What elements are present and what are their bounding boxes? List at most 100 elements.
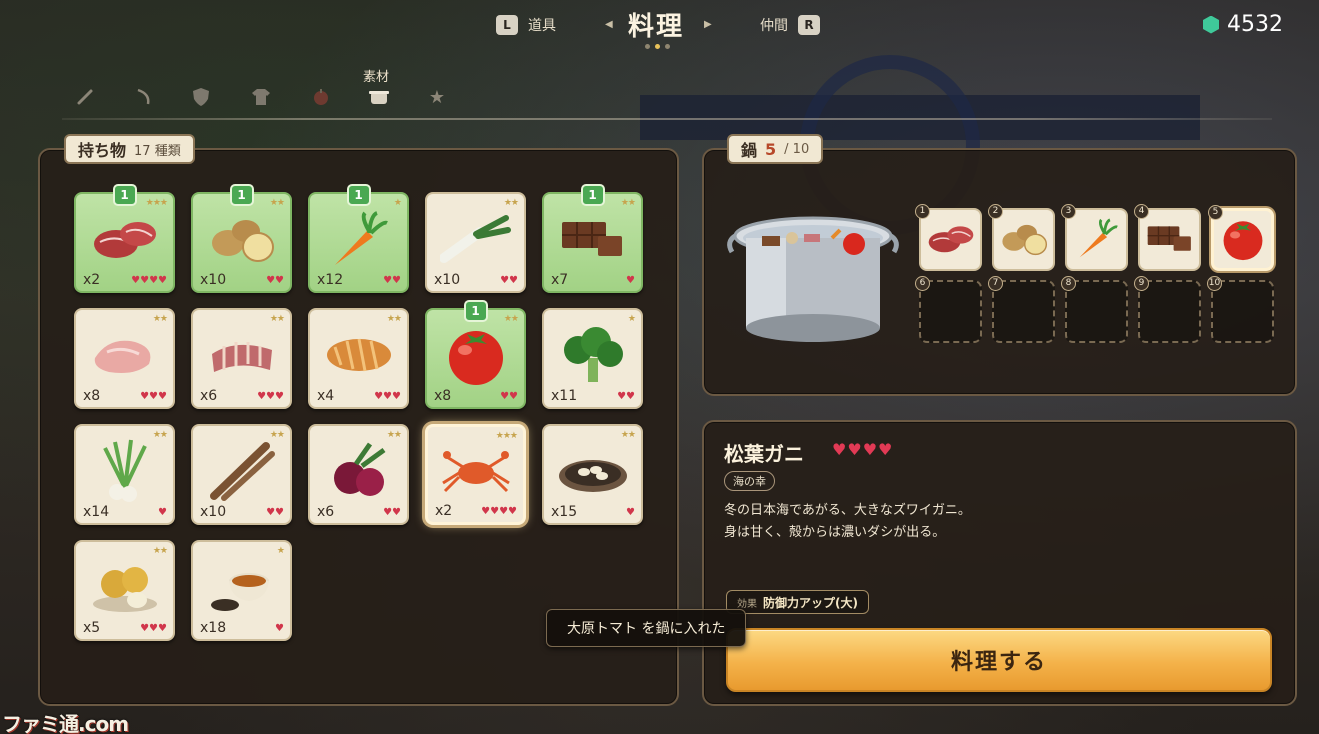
item-count-badge: 1 bbox=[580, 184, 605, 206]
pot-slot-number: 4 bbox=[1134, 204, 1149, 219]
inventory-item-tomato[interactable]: 1 ★★ x8 ♥♥ bbox=[425, 300, 526, 409]
item-effect-value: 防御力アップ(大) bbox=[763, 595, 858, 610]
inventory-item-pork[interactable]: ★★ x8 ♥♥♥ bbox=[74, 308, 175, 409]
tab-cooking[interactable]: 料理 bbox=[628, 6, 684, 43]
item-hearts: ♥♥♥ bbox=[140, 623, 167, 634]
item-rarity-stars: ★★ bbox=[386, 430, 402, 440]
item-hearts: ♥♥♥ bbox=[374, 391, 401, 402]
tab-tools[interactable]: L 道具 bbox=[496, 15, 556, 35]
bow-icon[interactable] bbox=[132, 86, 154, 108]
shield-icon[interactable] bbox=[190, 86, 212, 108]
inventory-item-burdock[interactable]: ★★ x10 ♥♥ bbox=[191, 424, 292, 525]
inventory-item-cutlet[interactable]: ★★ x4 ♥♥♥ bbox=[308, 308, 409, 409]
item-quantity: x6 bbox=[200, 388, 218, 404]
star-icon[interactable]: ★ bbox=[426, 86, 448, 108]
pot-slot-5[interactable]: 5 bbox=[1208, 205, 1274, 271]
item-rarity-stars: ★★★ bbox=[145, 198, 168, 208]
item-rarity-stars: ★★ bbox=[386, 314, 402, 324]
inventory-item-leek[interactable]: ★★ x10 ♥♥ bbox=[425, 192, 526, 293]
tea-icon bbox=[207, 557, 277, 621]
item-rarity-stars: ★★ bbox=[152, 546, 168, 556]
item-quantity: x8 bbox=[434, 388, 452, 404]
garlic-icon bbox=[556, 446, 630, 500]
item-category-badge: 海の幸 bbox=[724, 471, 775, 491]
inventory-item-pear[interactable]: ★★ x5 ♥♥♥ bbox=[74, 540, 175, 641]
inventory-item-broccoli[interactable]: ★ x11 ♥♥ bbox=[542, 308, 643, 409]
item-quantity: x5 bbox=[83, 620, 101, 636]
inventory-item-garlic[interactable]: ★★ x15 ♥ bbox=[542, 424, 643, 525]
inventory-item-beef[interactable]: 1 ★★★ x2 ♥♥♥♥ bbox=[74, 184, 175, 293]
gem-icon bbox=[1203, 15, 1219, 34]
item-quantity: x10 bbox=[200, 504, 227, 520]
item-rarity-stars: ★★ bbox=[620, 198, 636, 208]
famitsu-watermark: ファミ通.com bbox=[2, 712, 129, 734]
burdock-icon bbox=[206, 440, 278, 506]
item-hearts: ♥♥ bbox=[383, 275, 401, 286]
item-hearts: ♥♥ bbox=[617, 391, 635, 402]
currency-value: 4532 bbox=[1227, 12, 1283, 37]
item-hearts: ♥♥♥♥ bbox=[481, 506, 517, 517]
fruit-icon[interactable] bbox=[310, 86, 332, 108]
tab-next-arrow-icon[interactable]: ▶ bbox=[704, 19, 712, 30]
potato-icon bbox=[206, 213, 278, 269]
item-rarity-stars: ★★ bbox=[503, 198, 519, 208]
pot-slot-number: 1 bbox=[915, 204, 930, 219]
item-hearts: ♥ bbox=[158, 507, 167, 518]
shirt-icon[interactable] bbox=[250, 86, 272, 108]
beef-icon bbox=[925, 222, 975, 258]
item-hearts: ♥ bbox=[275, 623, 284, 634]
pot-slot-2[interactable]: 2 bbox=[988, 204, 1055, 271]
carrot-icon bbox=[1075, 216, 1118, 262]
pot-icon[interactable] bbox=[368, 86, 390, 108]
item-hearts: ♥ bbox=[626, 275, 635, 286]
pot-slot-8[interactable]: 8 bbox=[1061, 276, 1128, 343]
l-key-hint: L bbox=[496, 15, 518, 35]
pot-slot-6[interactable]: 6 bbox=[915, 276, 982, 343]
item-count-badge: 1 bbox=[463, 300, 488, 322]
item-quantity: x10 bbox=[200, 272, 227, 288]
pot-slot-number: 9 bbox=[1134, 276, 1149, 291]
inventory-item-carrot[interactable]: 1 ★ x12 ♥♥ bbox=[308, 184, 409, 293]
inventory-item-crab[interactable]: ★★★ x2 ♥♥♥♥ bbox=[425, 424, 526, 525]
inventory-item-chocolate[interactable]: 1 ★★ x7 ♥ bbox=[542, 184, 643, 293]
item-quantity: x6 bbox=[317, 504, 335, 520]
scallion-icon bbox=[95, 438, 155, 508]
item-hearts: ♥♥ bbox=[266, 275, 284, 286]
cook-button[interactable]: 料理する bbox=[726, 628, 1272, 692]
pot-slot-3[interactable]: 3 bbox=[1061, 204, 1128, 271]
pot-slot-4[interactable]: 4 bbox=[1134, 204, 1201, 271]
pot-slot-number: 10 bbox=[1207, 276, 1222, 291]
inventory-item-scallion[interactable]: ★★ x14 ♥ bbox=[74, 424, 175, 525]
item-quantity: x18 bbox=[200, 620, 227, 636]
tab-prev-arrow-icon[interactable]: ◀ bbox=[605, 19, 613, 30]
item-effect-key: 効果 bbox=[737, 598, 757, 610]
pot-slot-7[interactable]: 7 bbox=[988, 276, 1055, 343]
item-hearts: ♥♥♥ bbox=[140, 391, 167, 402]
item-rarity-stars: ★★ bbox=[152, 314, 168, 324]
pot-max-count: / 10 bbox=[784, 141, 810, 157]
pot-slot-1[interactable]: 1 bbox=[915, 204, 982, 271]
item-quantity: x14 bbox=[83, 504, 110, 520]
crab-icon bbox=[437, 443, 515, 503]
pot-slot-number: 6 bbox=[915, 276, 930, 291]
inventory-item-ribs[interactable]: ★★ x6 ♥♥♥ bbox=[191, 308, 292, 409]
inventory-item-beet[interactable]: ★★ x6 ♥♥ bbox=[308, 424, 409, 525]
weapon-icon[interactable] bbox=[74, 86, 96, 108]
item-hearts: ♥♥ bbox=[383, 507, 401, 518]
item-count-badge: 1 bbox=[112, 184, 137, 206]
item-rarity-stars: ★ bbox=[627, 314, 636, 324]
tab-friends[interactable]: 仲間 R bbox=[760, 15, 820, 35]
pot-slot-number: 8 bbox=[1061, 276, 1076, 291]
chocolate-icon bbox=[558, 216, 628, 266]
item-quantity: x2 bbox=[435, 503, 453, 519]
item-rarity-stars: ★★ bbox=[503, 314, 519, 324]
inventory-item-tea[interactable]: ★ x18 ♥ bbox=[191, 540, 292, 641]
item-quantity: x12 bbox=[317, 272, 344, 288]
item-hearts: ♥♥ bbox=[266, 507, 284, 518]
item-rarity-stars: ★★ bbox=[269, 198, 285, 208]
pot-slot-10[interactable]: 10 bbox=[1207, 276, 1274, 343]
pot-slot-9[interactable]: 9 bbox=[1134, 276, 1201, 343]
leek-icon bbox=[438, 214, 512, 268]
pot-current-count: 5 bbox=[765, 139, 777, 159]
inventory-item-potato[interactable]: 1 ★★ x10 ♥♥ bbox=[191, 184, 292, 293]
